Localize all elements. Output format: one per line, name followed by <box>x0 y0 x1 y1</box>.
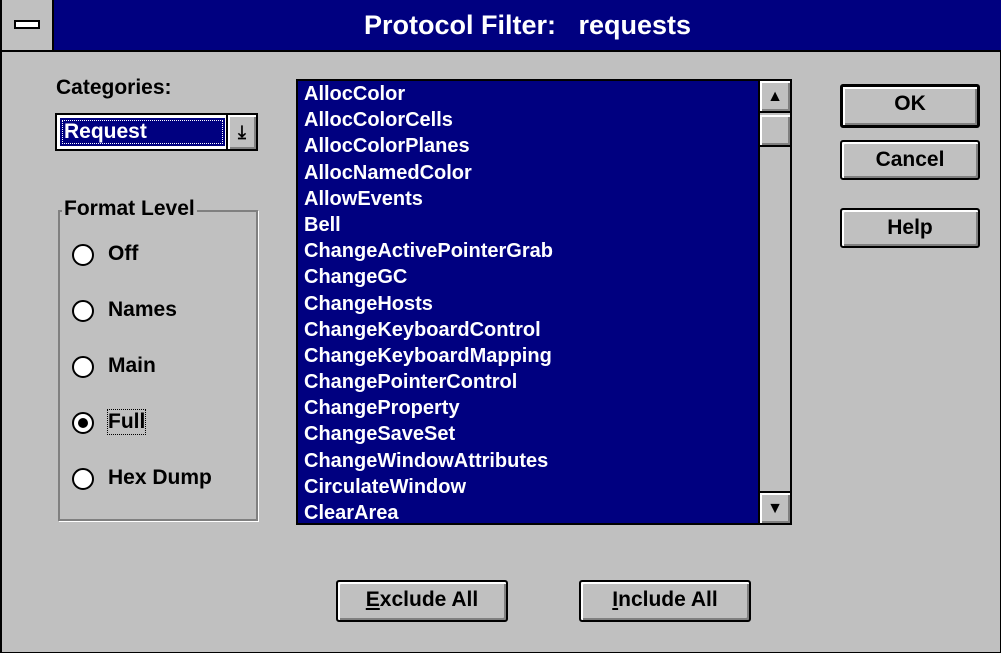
list-item[interactable]: ChangePointerControl <box>298 369 760 395</box>
vertical-scrollbar[interactable]: ▲ ▼ <box>758 81 790 523</box>
scroll-down-arrow-icon: ▼ <box>767 500 783 517</box>
help-button[interactable]: Help <box>840 208 980 248</box>
scroll-up-button[interactable]: ▲ <box>760 81 790 113</box>
list-item[interactable]: Bell <box>298 212 760 238</box>
list-item[interactable]: ChangeGC <box>298 264 760 290</box>
window-title: Protocol Filter: requests <box>363 10 692 40</box>
list-item[interactable]: AllowEvents <box>298 186 760 212</box>
format-level-title: Format Level <box>62 197 197 221</box>
system-menu-icon <box>14 20 40 29</box>
list-item[interactable]: ChangeKeyboardMapping <box>298 343 760 369</box>
radio-label-names: Names <box>108 298 177 321</box>
request-listbox[interactable]: AllocColor AllocColorCells AllocColorPla… <box>296 79 792 525</box>
radio-button[interactable] <box>72 356 94 378</box>
ok-button[interactable]: OK <box>840 84 980 128</box>
categories-label: Categories: <box>56 76 172 99</box>
list-item[interactable]: AllocColor <box>298 81 760 107</box>
list-item[interactable]: AllocNamedColor <box>298 160 760 186</box>
include-all-label: nclude All <box>618 588 718 611</box>
radio-button[interactable] <box>72 244 94 266</box>
radio-label-off: Off <box>108 242 139 265</box>
list-item[interactable]: CirculateWindow <box>298 474 760 500</box>
system-menu-button[interactable] <box>2 0 54 50</box>
radio-label-full: Full <box>106 409 147 435</box>
list-item[interactable]: AllocColorPlanes <box>298 133 760 159</box>
categories-selected-value: Request <box>60 118 225 146</box>
title-bar: Protocol Filter: requests <box>2 0 1001 52</box>
list-item[interactable]: AllocColorCells <box>298 107 760 133</box>
list-item[interactable]: ChangeWindowAttributes <box>298 448 760 474</box>
exclude-all-label: xclude All <box>379 588 479 611</box>
list-item[interactable]: ChangeHosts <box>298 291 760 317</box>
radio-label-hex-dump: Hex Dump <box>108 466 212 489</box>
list-item[interactable]: ChangeActivePointerGrab <box>298 238 760 264</box>
categories-dropdown-button[interactable]: ⤓ <box>226 115 256 149</box>
list-item[interactable]: ChangeProperty <box>298 395 760 421</box>
scroll-down-button[interactable]: ▼ <box>760 491 790 523</box>
radio-button[interactable] <box>72 300 94 322</box>
exclude-all-button[interactable]: Exclude All <box>336 580 508 622</box>
dropdown-arrow-icon: ⤓ <box>238 122 246 142</box>
protocol-filter-dialog: Protocol Filter: requests Categories: Re… <box>0 0 1001 653</box>
request-list: AllocColor AllocColorCells AllocColorPla… <box>298 81 760 523</box>
list-item[interactable]: ChangeSaveSet <box>298 421 760 447</box>
categories-combobox[interactable]: Request ⤓ <box>55 113 258 151</box>
radio-button-selected[interactable] <box>72 412 94 434</box>
list-item[interactable]: ClearArea <box>298 500 760 523</box>
scroll-thumb[interactable] <box>760 115 790 147</box>
radio-label-main: Main <box>108 354 156 377</box>
include-all-button[interactable]: Include All <box>579 580 751 622</box>
exclude-all-mnemonic: E <box>365 588 380 611</box>
radio-button[interactable] <box>72 468 94 490</box>
scroll-up-arrow-icon: ▲ <box>767 88 783 105</box>
list-item[interactable]: ChangeKeyboardControl <box>298 317 760 343</box>
cancel-button[interactable]: Cancel <box>840 140 980 180</box>
